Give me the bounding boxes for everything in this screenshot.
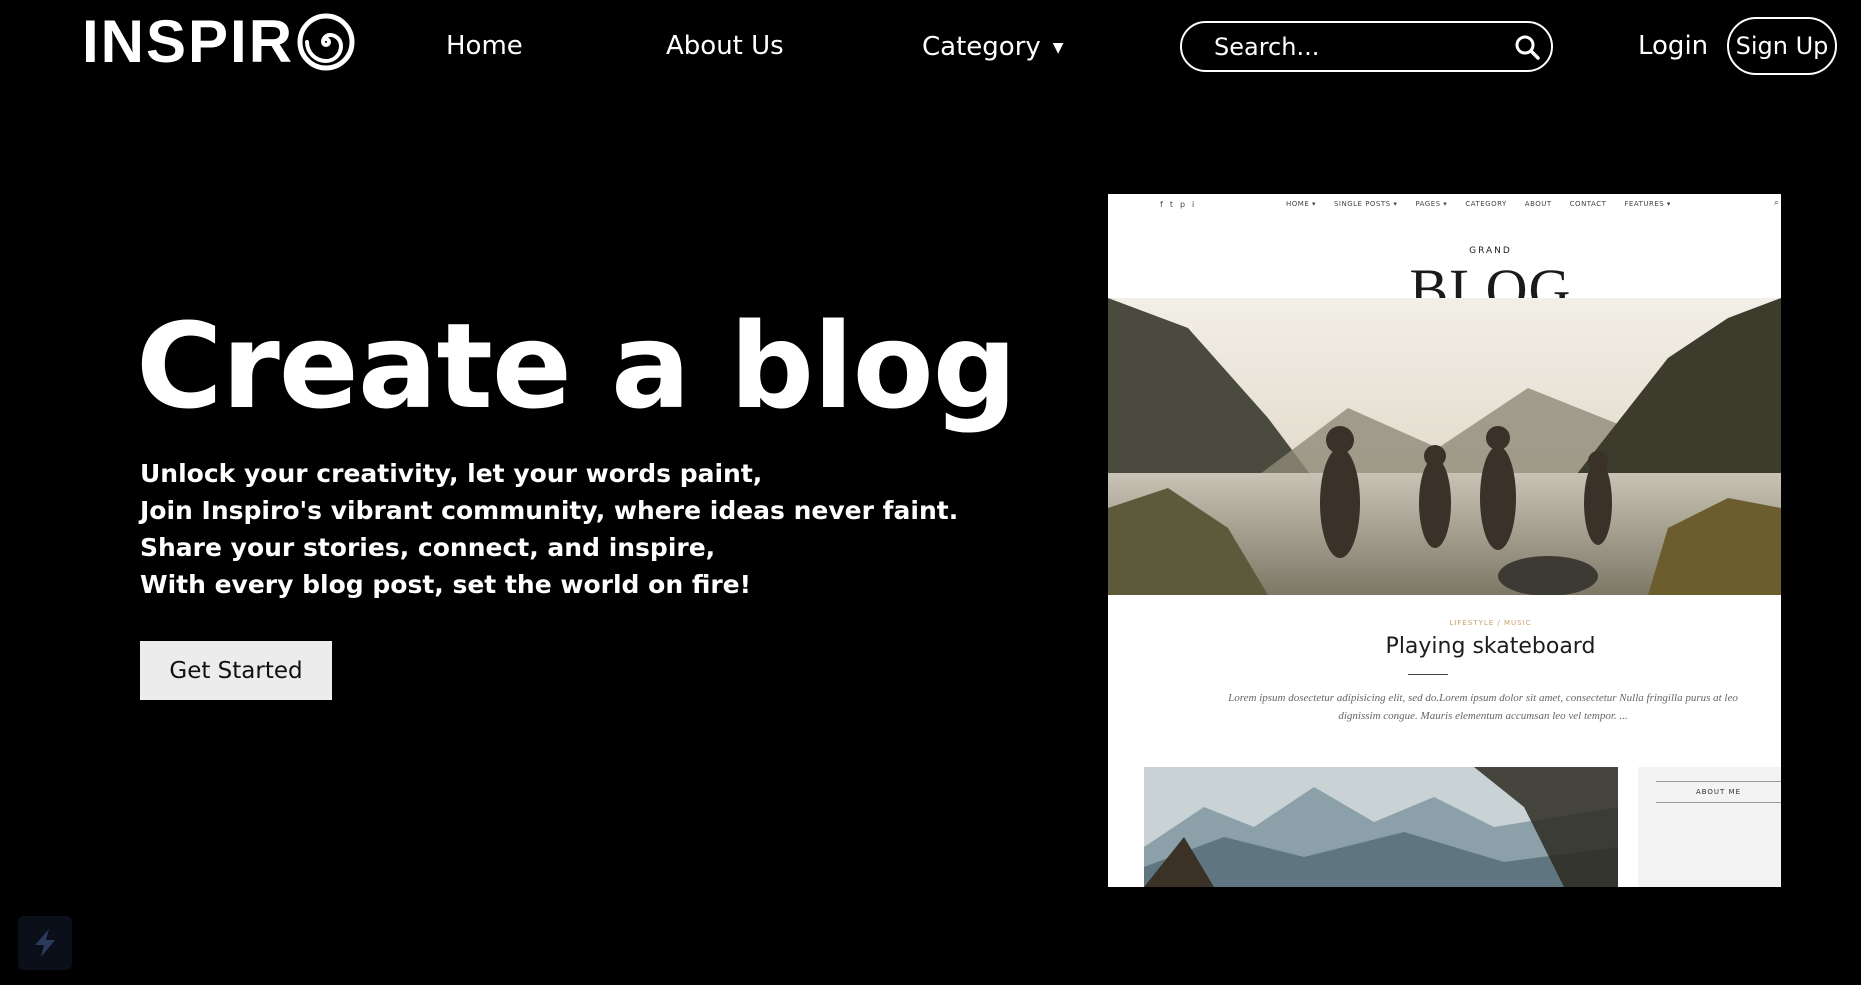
hero-line: Unlock your creativity, let your words p… (140, 459, 763, 488)
preview-sidebar-title: ABOUT ME (1656, 781, 1781, 803)
hero-title: Create a blog (136, 297, 1017, 435)
preview-sidebar: ABOUT ME (1638, 767, 1781, 887)
preview-search-icon: ⌕ (1773, 198, 1779, 208)
preview-menu-item: CATEGORY (1465, 200, 1507, 208)
preview-divider (1408, 674, 1448, 675)
preview-menu-item: PAGES ▾ (1415, 200, 1448, 208)
search-icon[interactable] (1514, 31, 1540, 63)
nav-home[interactable]: Home (446, 28, 523, 64)
mountain-photo (1144, 767, 1618, 887)
preview-menu-item: FEATURES ▾ (1624, 200, 1671, 208)
preview-menu-item: HOME ▾ (1286, 200, 1316, 208)
hero-line: Join Inspiro's vibrant community, where … (140, 496, 959, 525)
nav-category-label: Category (922, 32, 1041, 62)
brand-name: INSPIR (82, 8, 295, 75)
preview-menu-item: SINGLE POSTS ▾ (1333, 200, 1398, 208)
bolt-icon (35, 929, 55, 957)
search-input[interactable] (1214, 32, 1514, 61)
twitter-icon: t (1169, 199, 1173, 209)
facebook-icon: f (1160, 199, 1163, 209)
preview-social-icons: f t p i (1160, 200, 1194, 209)
preview-topbar: f t p i HOME ▾ SINGLE POSTS ▾ PAGES ▾ CA… (1108, 194, 1781, 214)
floating-widget-button[interactable] (18, 916, 72, 970)
preview-menu-item: ABOUT (1524, 200, 1552, 208)
login-link[interactable]: Login (1638, 28, 1708, 64)
hero-description: Unlock your creativity, let your words p… (140, 455, 958, 603)
preview-post-title: Playing skateboard (1385, 634, 1596, 659)
brand-logo[interactable]: INSPIR (82, 10, 356, 74)
pinterest-icon: p (1179, 199, 1186, 209)
spiral-o-icon (297, 13, 355, 71)
preview-menu: HOME ▾ SINGLE POSTS ▾ PAGES ▾ CATEGORY A… (1286, 200, 1671, 208)
blog-preview-image: f t p i HOME ▾ SINGLE POSTS ▾ PAGES ▾ CA… (1108, 194, 1781, 887)
nav-about-us[interactable]: About Us (666, 28, 784, 64)
nav-category-dropdown[interactable]: Category ▼ (922, 28, 1064, 66)
caret-down-icon: ▼ (1052, 40, 1064, 56)
sign-up-button[interactable]: Sign Up (1727, 17, 1837, 75)
search-bar (1180, 21, 1553, 72)
preview-menu-item: CONTACT (1569, 200, 1607, 208)
lake-photo (1108, 298, 1781, 595)
hero-line: Share your stories, connect, and inspire… (140, 533, 716, 562)
instagram-icon: i (1192, 199, 1195, 209)
preview-kicker: GRAND (1469, 246, 1512, 256)
get-started-button[interactable]: Get Started (140, 641, 332, 700)
preview-excerpt: Lorem ipsum dosectetur adipisicing elit,… (1228, 692, 1738, 722)
hero-line: With every blog post, set the world on f… (140, 570, 752, 599)
preview-post-meta: LIFESTYLE / MUSIC (1449, 619, 1532, 627)
